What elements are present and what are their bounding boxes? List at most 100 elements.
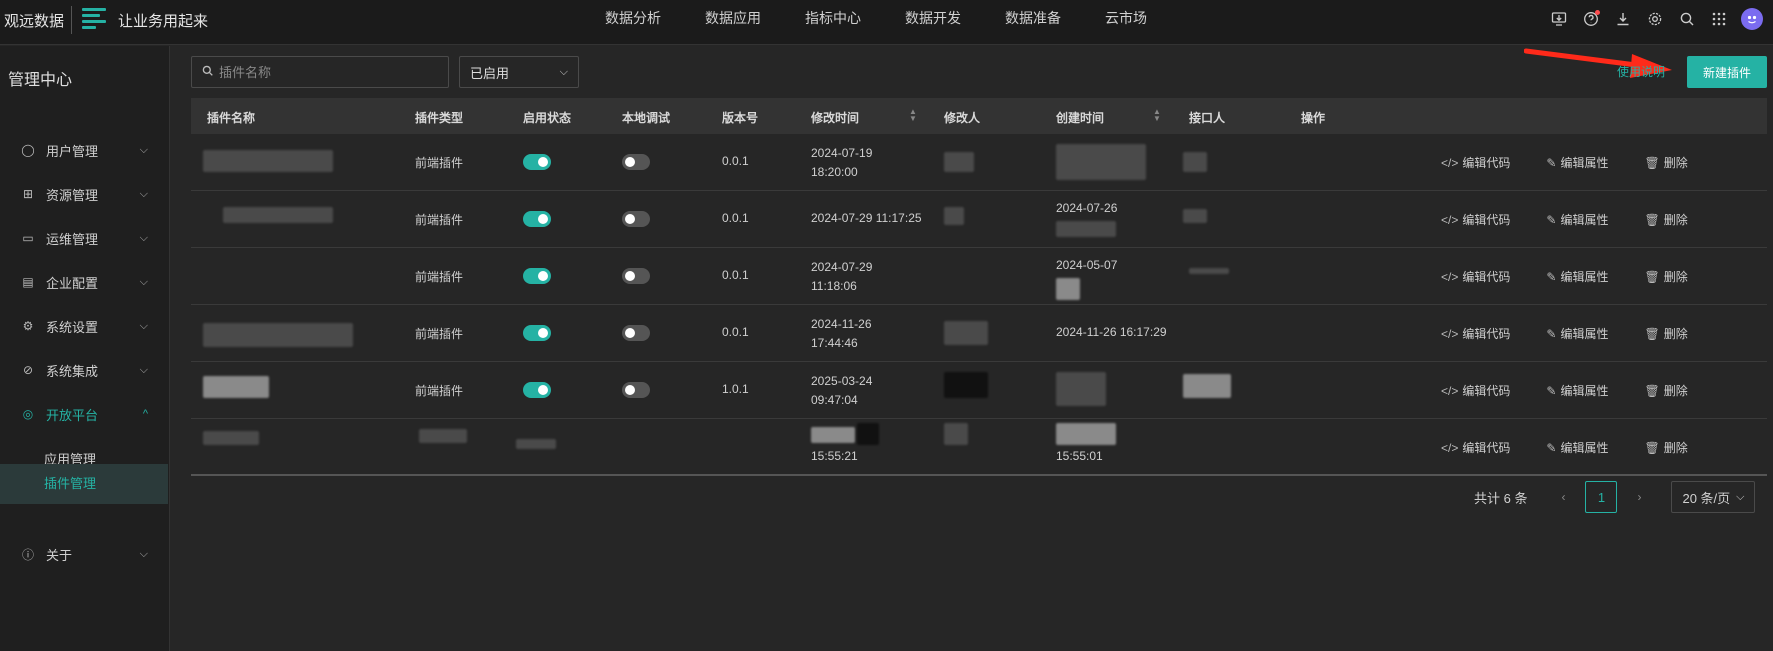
sidebar-subitem-plugin-management[interactable]: 插件管理	[0, 464, 168, 504]
redacted-status	[516, 439, 556, 449]
code-icon: </>	[1441, 213, 1459, 227]
screen-download-icon[interactable]	[1543, 0, 1575, 38]
brand-name[interactable]: 观远数据	[4, 10, 64, 31]
avatar[interactable]	[1741, 8, 1763, 30]
sidebar-item-resources[interactable]: ⊞ 资源管理 ⌵	[0, 172, 168, 216]
search-icon[interactable]	[1671, 0, 1703, 38]
enable-toggle[interactable]	[523, 154, 551, 170]
edit-icon: ✎	[1546, 441, 1557, 455]
enable-toggle[interactable]	[523, 325, 551, 341]
column-header-modifier: 修改人	[944, 111, 981, 125]
delete-action[interactable]: 🗑 删除	[1644, 439, 1705, 456]
integration-icon: ⊘	[22, 363, 34, 377]
delete-action[interactable]: 🗑 删除	[1644, 268, 1705, 285]
edit-icon: ✎	[1546, 213, 1557, 227]
nav-metrics-center[interactable]: 指标中心	[805, 0, 861, 38]
download-icon[interactable]	[1607, 0, 1639, 38]
usage-guide-link[interactable]: 使用说明	[1617, 63, 1665, 80]
edit-props-action[interactable]: ✎ 编辑属性	[1546, 382, 1626, 399]
column-header-status: 启用状态	[523, 111, 572, 125]
redacted-created-time	[1056, 372, 1106, 406]
column-header-created-time[interactable]: 创建时间	[1056, 109, 1104, 126]
redacted-plugin-name	[203, 150, 333, 172]
debug-toggle[interactable]	[622, 211, 650, 227]
redacted-plugin-name	[223, 207, 333, 223]
delete-action[interactable]: 🗑 删除	[1644, 382, 1705, 399]
row-actions: </> 编辑代码 ✎ 编辑属性 🗑 删除	[1441, 268, 1724, 285]
delete-action[interactable]: 🗑 删除	[1644, 211, 1705, 228]
sort-icon[interactable]: ▲ ▼	[909, 108, 917, 123]
edit-code-action[interactable]: </> 编辑代码	[1441, 325, 1528, 342]
sidebar-item-label: 资源管理	[46, 187, 99, 203]
trash-icon: 🗑	[1644, 156, 1660, 170]
page-size-value: 20 条/页	[1682, 490, 1731, 506]
edit-props-action[interactable]: ✎ 编辑属性	[1546, 154, 1626, 171]
edit-code-action[interactable]: </> 编辑代码	[1441, 439, 1528, 456]
sidebar-item-ops[interactable]: ▭ 运维管理 ⌵	[0, 216, 168, 260]
edit-props-action[interactable]: ✎ 编辑属性	[1546, 439, 1626, 456]
nav-data-analysis[interactable]: 数据分析	[605, 0, 661, 38]
chevron-down-icon: ⌵	[139, 547, 148, 560]
sidebar-item-about[interactable]: ⓘ 关于 ⌵	[0, 532, 168, 576]
table-row: 前端插件 0.0.1 2024-07-29 11:18:06 2024-05-07…	[191, 248, 1767, 305]
modified-time: 2024-11-26 17:44:46	[811, 317, 872, 350]
chevron-right-icon[interactable]: ›	[1623, 490, 1655, 504]
edit-code-action[interactable]: </> 编辑代码	[1441, 211, 1528, 228]
nav-data-dev[interactable]: 数据开发	[905, 0, 961, 38]
code-icon: </>	[1441, 384, 1459, 398]
grid-icon: ⊞	[22, 187, 34, 201]
edit-icon: ✎	[1546, 156, 1557, 170]
edit-icon: ✎	[1546, 327, 1557, 341]
search-input[interactable]	[219, 64, 439, 80]
edit-code-action[interactable]: </> 编辑代码	[1441, 154, 1528, 171]
version: 1.0.1	[722, 382, 749, 396]
sidebar-item-enterprise[interactable]: ▤ 企业配置 ⌵	[0, 260, 168, 304]
delete-action[interactable]: 🗑 删除	[1644, 325, 1705, 342]
debug-toggle[interactable]	[622, 382, 650, 398]
debug-toggle[interactable]	[622, 325, 650, 341]
help-icon[interactable]	[1575, 0, 1607, 38]
nav-data-prep[interactable]: 数据准备	[1005, 0, 1061, 38]
sidebar-item-system-settings[interactable]: ⚙ 系统设置 ⌵	[0, 304, 168, 348]
redacted-modifier	[944, 372, 988, 398]
column-header-modified-time[interactable]: 修改时间	[811, 109, 859, 126]
status-filter-select[interactable]: 已启用 ⌵	[459, 56, 579, 88]
trash-icon: 🗑	[1644, 213, 1660, 227]
sidebar-item-users[interactable]: ◯ 用户管理 ⌵	[0, 128, 168, 172]
enable-toggle[interactable]	[523, 382, 551, 398]
nav-data-apps[interactable]: 数据应用	[705, 0, 761, 38]
edit-props-action[interactable]: ✎ 编辑属性	[1546, 268, 1626, 285]
edit-props-action[interactable]: ✎ 编辑属性	[1546, 211, 1626, 228]
edit-code-action[interactable]: </> 编辑代码	[1441, 268, 1528, 285]
trash-icon: 🗑	[1644, 327, 1660, 341]
chevron-left-icon[interactable]: ‹	[1547, 490, 1579, 504]
building-icon: ▤	[22, 275, 34, 289]
new-plugin-button[interactable]: 新建插件	[1687, 56, 1767, 88]
page-button[interactable]: 1	[1585, 481, 1618, 513]
edit-props-action[interactable]: ✎ 编辑属性	[1546, 325, 1626, 342]
apps-grid-icon[interactable]	[1703, 0, 1735, 38]
gear-icon[interactable]	[1639, 0, 1671, 38]
debug-toggle[interactable]	[622, 268, 650, 284]
brand-divider	[71, 6, 72, 34]
column-header-actions: 操作	[1301, 111, 1326, 125]
total-count: 共计 6 条	[1474, 490, 1528, 506]
sort-icon[interactable]: ▲ ▼	[1153, 108, 1161, 123]
code-icon: </>	[1441, 327, 1459, 341]
plugin-type: 前端插件	[415, 156, 464, 170]
enable-toggle[interactable]	[523, 268, 551, 284]
delete-action[interactable]: 🗑 删除	[1644, 154, 1705, 171]
redacted-modifier	[944, 321, 988, 345]
enable-toggle[interactable]	[523, 211, 551, 227]
sidebar-item-integration[interactable]: ⊘ 系统集成 ⌵	[0, 348, 168, 392]
pagination: 共计 6 条 ‹ 1 › 20 条/页 ⌵	[1474, 481, 1756, 513]
nav-cloud-market[interactable]: 云市场	[1105, 0, 1147, 38]
sidebar-item-open-platform[interactable]: ◎ 开放平台 ^	[0, 392, 168, 436]
page-size-select[interactable]: 20 条/页 ⌵	[1671, 481, 1756, 513]
debug-toggle[interactable]	[622, 154, 650, 170]
search-box[interactable]	[191, 56, 449, 88]
sidebar-item-label: 运维管理	[46, 231, 99, 247]
chevron-down-icon: ⌵	[139, 363, 148, 376]
chevron-down-icon: ⌵	[139, 275, 148, 288]
edit-code-action[interactable]: </> 编辑代码	[1441, 382, 1528, 399]
